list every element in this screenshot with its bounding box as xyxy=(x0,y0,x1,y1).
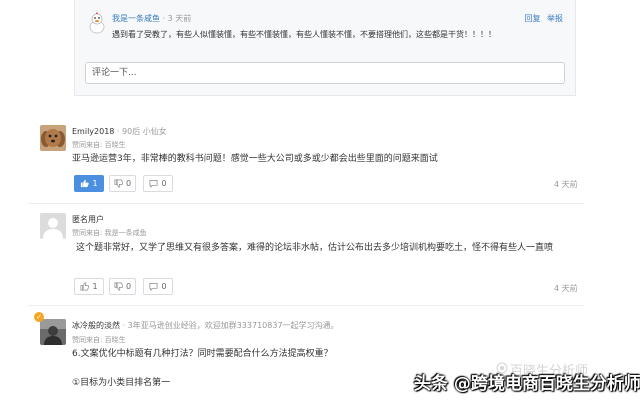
comment-author: Emily2018 · 90后 小仙女 xyxy=(72,126,167,137)
like-count: 1 xyxy=(92,282,98,291)
comment-item: 匿名用户 赞同来自: 我是一条咸鱼 这个题非常好，又学了思维又有很多答案，难得的… xyxy=(0,204,640,304)
upvote-source: 赞同来自: 我是一条咸鱼 xyxy=(72,229,147,237)
reply-button[interactable]: 回复 xyxy=(524,14,540,23)
like-button[interactable]: 1 xyxy=(74,175,104,192)
reply-text: 遇到看了受教了，有些人似懂装懂，有些不懂装懂，有些人懂装不懂，不要搭理他们，这些… xyxy=(112,30,496,39)
thumbs-up-icon xyxy=(81,179,90,188)
comment-button[interactable]: 0 xyxy=(143,278,173,295)
author-name[interactable]: 匿名用户 xyxy=(72,214,104,225)
comment-item: Emily2018 · 90后 小仙女 赞同来自: 百晓生 亚马逊运营3年，非常… xyxy=(0,118,640,210)
comment-icon xyxy=(149,282,158,291)
thumbs-down-icon xyxy=(114,179,123,188)
report-button[interactable]: 举报 xyxy=(547,14,563,23)
comment-input[interactable] xyxy=(85,62,565,84)
author-name[interactable]: Emily2018 xyxy=(72,127,114,136)
comment-icon xyxy=(149,179,158,188)
nested-reply-block: 我是一条咸鱼 · 3 天前 回复 举报 遇到看了受教了，有些人似懂装懂，有些不懂… xyxy=(74,0,576,96)
thumbs-up-icon xyxy=(80,282,90,291)
verified-badge-icon: ✓ xyxy=(34,312,44,322)
dog-avatar[interactable] xyxy=(40,125,66,151)
comment-text: 6.文案优化中标题有几种打法？同时需要配合什么方法提高权重？ xyxy=(72,349,333,359)
upvote-source: 赞同来自: 百晓生 xyxy=(72,141,126,149)
photo-avatar[interactable] xyxy=(40,319,66,345)
author-meta: · 90后 小仙女 xyxy=(116,127,167,136)
comment-button[interactable]: 0 xyxy=(143,175,173,192)
dislike-button[interactable]: 0 xyxy=(109,278,136,295)
like-button[interactable]: 1 xyxy=(74,278,104,295)
reply-author-line: 我是一条咸鱼 · 3 天前 xyxy=(112,13,191,24)
comment-count: 0 xyxy=(161,282,167,291)
like-count: 1 xyxy=(92,179,98,188)
default-avatar[interactable] xyxy=(40,213,66,239)
reply-actions: 回复 举报 xyxy=(520,13,563,24)
comment-text: 这个题非常好，又学了思维又有很多答案，难得的论坛非水帖，估计公布出去多少培训机构… xyxy=(76,243,554,253)
comment-author: 冰冷般的淡然 · 3年亚马逊创业经验，欢迎加群333710837一起学习沟通。 xyxy=(72,320,339,331)
comment-time: 4 天前 xyxy=(554,284,578,293)
comment-time: 4 天前 xyxy=(554,180,578,189)
author-meta: · 3年亚马逊创业经验，欢迎加群333710837一起学习沟通。 xyxy=(122,321,339,330)
reply-time: · 3 天前 xyxy=(162,14,192,23)
thumbs-down-icon xyxy=(114,282,123,291)
upvote-source: 赞同来自: 百晓生 xyxy=(72,336,126,344)
comment-text: 亚马逊运营3年，非常棒的教科书问题！感觉一些大公司或多或少都会出些里面的问题来面… xyxy=(72,154,438,164)
author-name[interactable]: 冰冷般的淡然 xyxy=(72,321,120,330)
duck-avatar[interactable] xyxy=(87,12,107,34)
dislike-button[interactable]: 0 xyxy=(109,175,136,192)
dislike-count: 0 xyxy=(125,282,132,291)
reply-author-name[interactable]: 我是一条咸鱼 xyxy=(112,14,160,23)
comment-count: 0 xyxy=(161,179,167,188)
watermark-text: 头条 @跨境电商百晓生分析师 xyxy=(414,374,640,394)
dislike-count: 0 xyxy=(125,179,132,188)
